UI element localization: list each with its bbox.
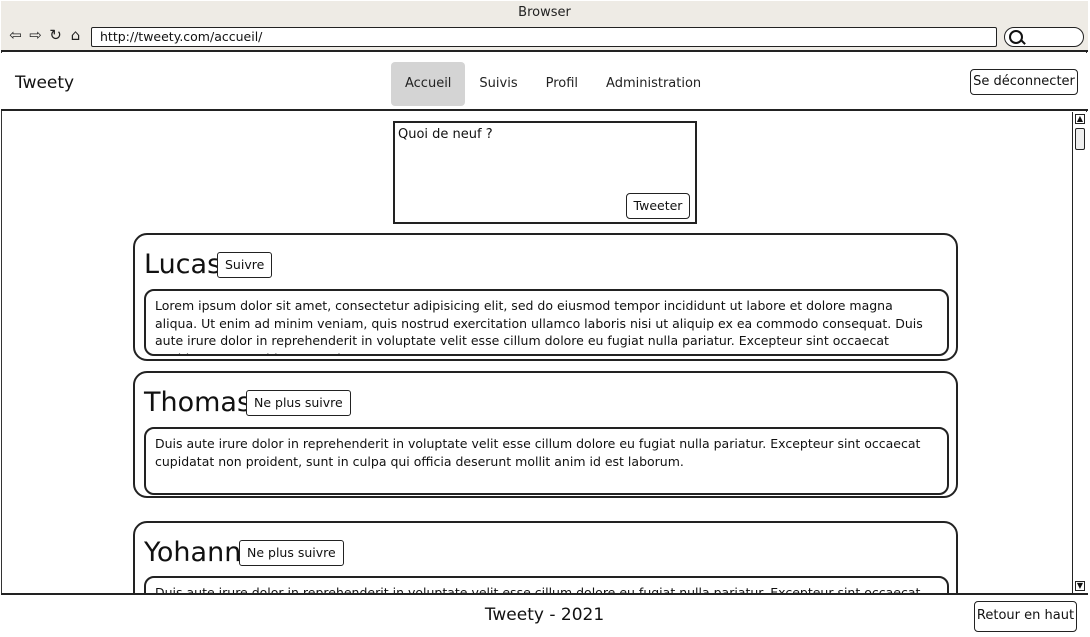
post-author[interactable]: Yohann bbox=[144, 536, 241, 570]
back-to-top-button[interactable]: Retour en haut bbox=[974, 601, 1077, 632]
post-body: Duis aute irure dolor in reprehenderit i… bbox=[144, 576, 949, 593]
brand-logo[interactable]: Tweety bbox=[15, 73, 74, 93]
reload-icon[interactable]: ↻ bbox=[47, 27, 64, 44]
vertical-scrollbar[interactable]: ▲ ▼ bbox=[1072, 112, 1087, 593]
tweet-button[interactable]: Tweeter bbox=[626, 193, 690, 219]
unfollow-button[interactable]: Ne plus suivre bbox=[239, 540, 344, 566]
composer-placeholder: Quoi de neuf ? bbox=[398, 127, 493, 142]
scrollbar-thumb[interactable] bbox=[1075, 128, 1085, 150]
post-card: Lucas Suivre Lorem ipsum dolor sit amet,… bbox=[133, 233, 958, 361]
tweet-composer[interactable]: Quoi de neuf ? Tweeter bbox=[393, 121, 697, 224]
post-author[interactable]: Thomas bbox=[144, 386, 251, 420]
footer-text: Tweety - 2021 bbox=[484, 605, 605, 625]
tab-suivis[interactable]: Suivis bbox=[465, 62, 531, 106]
post-author[interactable]: Lucas bbox=[144, 248, 221, 282]
tab-administration[interactable]: Administration bbox=[592, 62, 715, 106]
url-bar[interactable]: http://tweety.com/accueil/ bbox=[91, 27, 997, 47]
main-nav: Accueil Suivis Profil Administration bbox=[391, 62, 715, 106]
browser-nav: ⇦ ⇨ ↻ ⌂ bbox=[7, 27, 84, 44]
page-footer: Tweety - 2021 Retour en haut bbox=[1, 593, 1088, 636]
post-body: Duis aute irure dolor in reprehenderit i… bbox=[144, 427, 949, 495]
home-icon[interactable]: ⌂ bbox=[67, 27, 84, 44]
search-icon bbox=[1009, 30, 1023, 44]
browser-chrome: Browser ⇦ ⇨ ↻ ⌂ http://tweety.com/accuei… bbox=[1, 1, 1088, 52]
app-header: Tweety Accueil Suivis Profil Administrat… bbox=[1, 53, 1088, 111]
scroll-down-icon[interactable]: ▼ bbox=[1075, 581, 1085, 591]
post-body: Lorem ipsum dolor sit amet, consectetur … bbox=[144, 289, 949, 356]
browser-search-field[interactable] bbox=[1004, 27, 1084, 47]
browser-title: Browser bbox=[518, 5, 571, 20]
feed-content: Quoi de neuf ? Tweeter Lucas Suivre Lore… bbox=[1, 112, 1072, 593]
scroll-up-icon[interactable]: ▲ bbox=[1075, 114, 1085, 124]
logout-button[interactable]: Se déconnecter bbox=[970, 69, 1078, 95]
back-arrow-icon[interactable]: ⇦ bbox=[7, 27, 24, 44]
tab-accueil[interactable]: Accueil bbox=[391, 62, 466, 106]
tab-profil[interactable]: Profil bbox=[532, 62, 592, 106]
follow-button[interactable]: Suivre bbox=[217, 252, 273, 278]
forward-arrow-icon[interactable]: ⇨ bbox=[27, 27, 44, 44]
post-card: Yohann Ne plus suivre Duis aute irure do… bbox=[133, 521, 958, 593]
unfollow-button[interactable]: Ne plus suivre bbox=[246, 390, 351, 416]
post-card: Thomas Ne plus suivre Duis aute irure do… bbox=[133, 371, 958, 498]
